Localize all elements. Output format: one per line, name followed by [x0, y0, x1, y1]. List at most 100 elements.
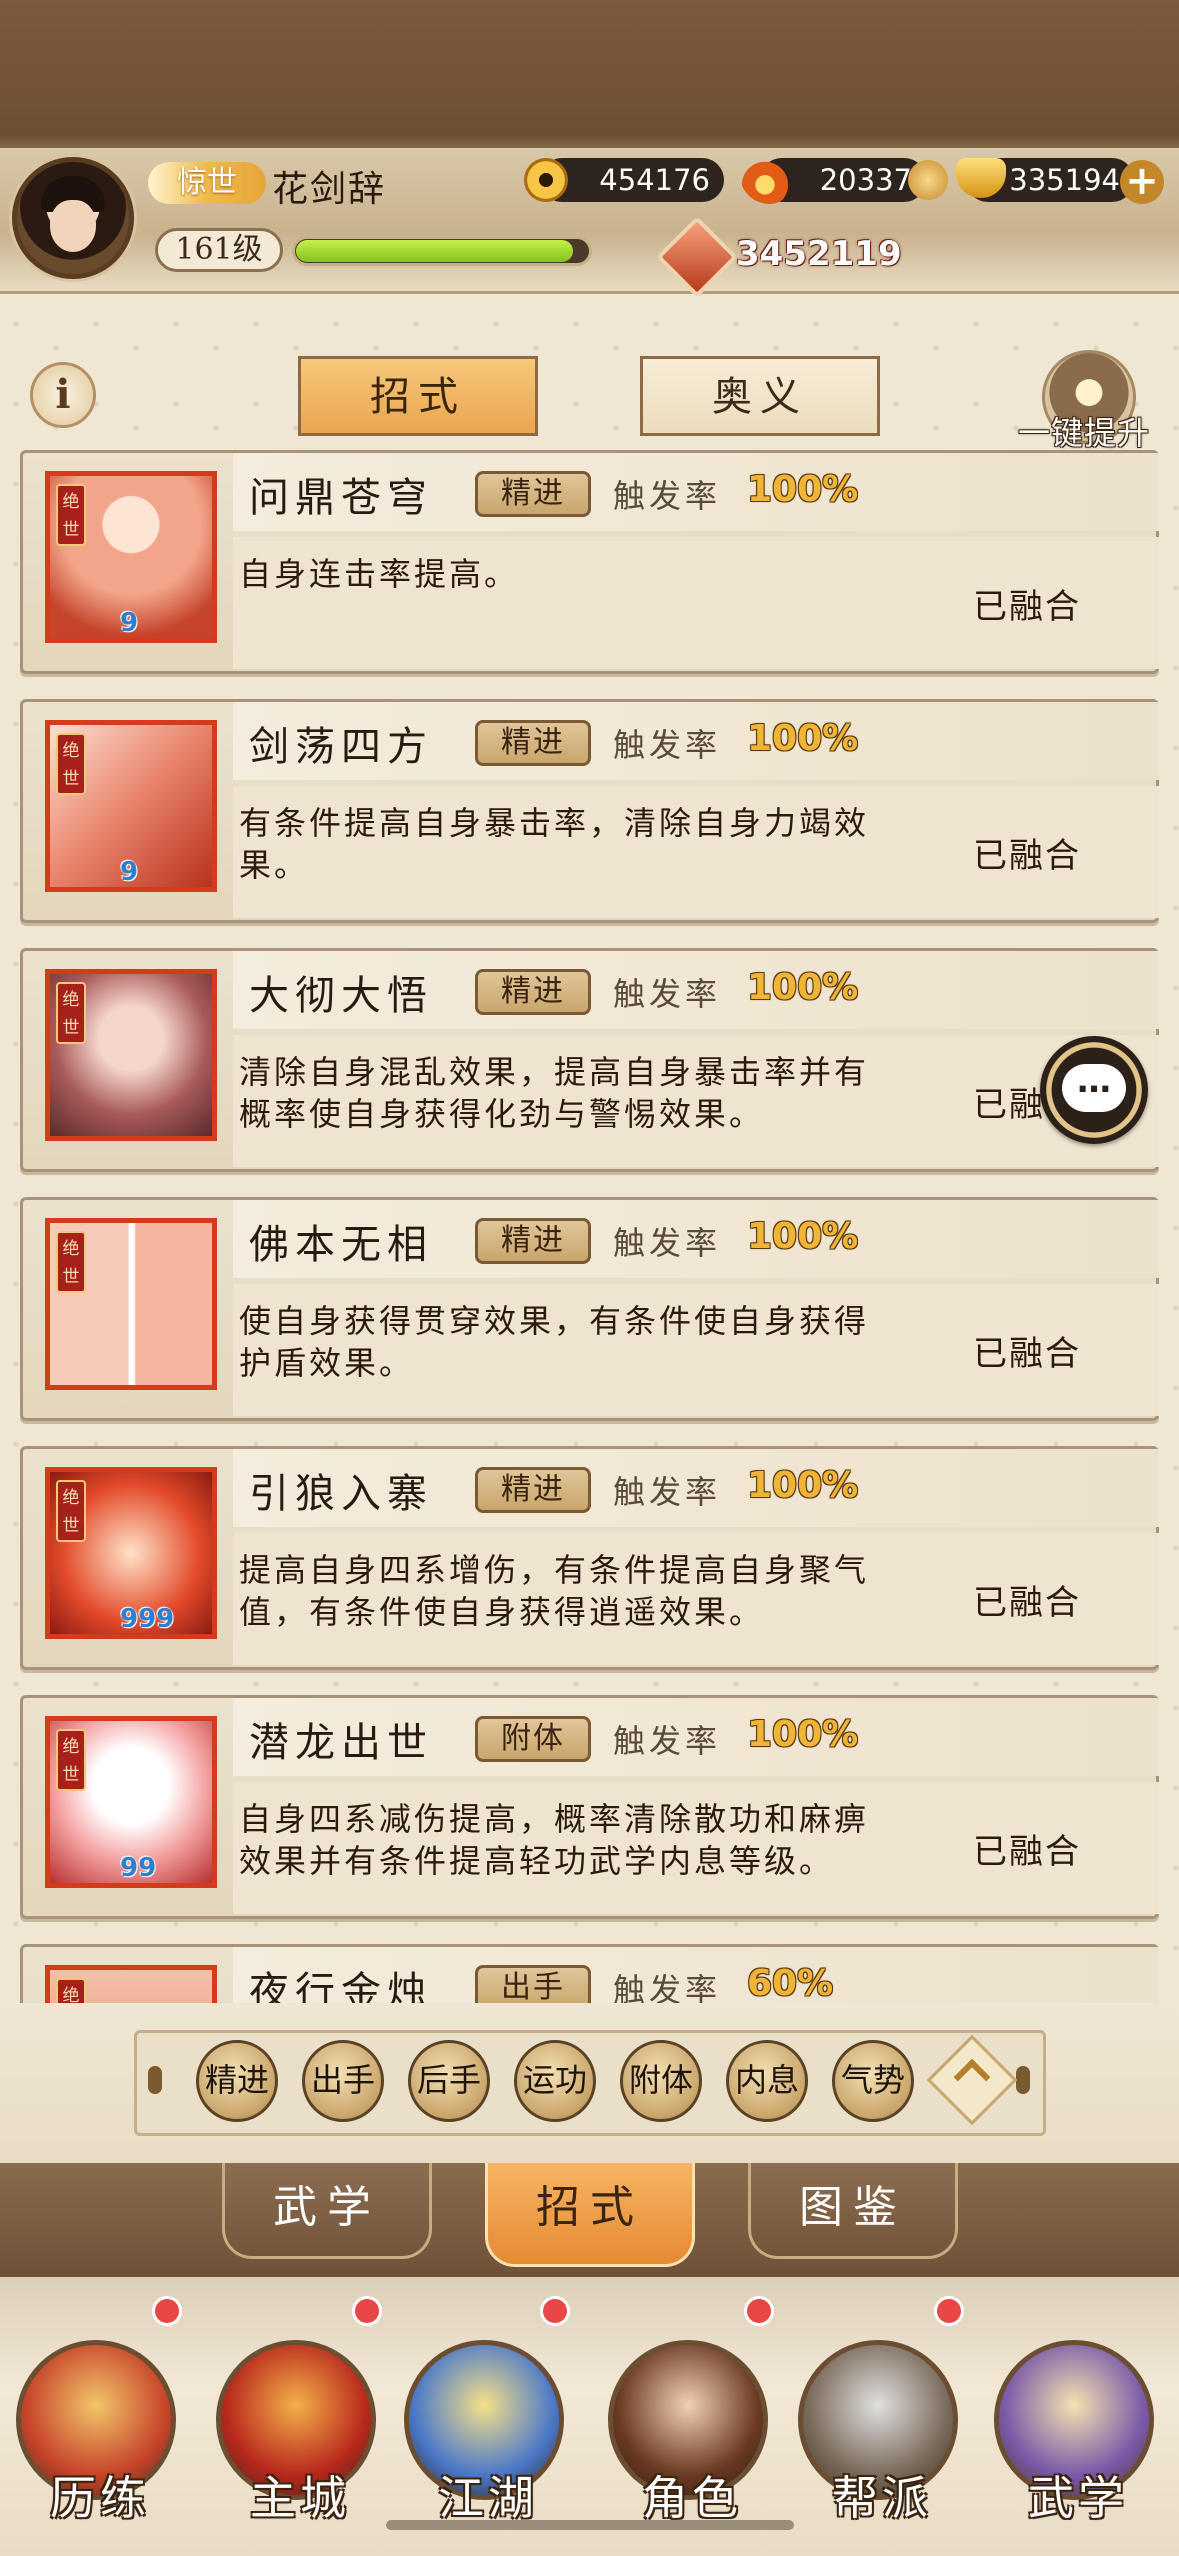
- skill-status: 已融合: [973, 1832, 1081, 1872]
- trigger-rate-label: 触发率: [613, 1722, 722, 1760]
- avatar-face: [50, 200, 96, 252]
- skill-name: 问鼎苍穹: [249, 475, 433, 521]
- skill-type-badge: 精进: [475, 969, 591, 1015]
- nav-label[interactable]: 江湖: [438, 2462, 538, 2528]
- skill-status: 已融合: [973, 836, 1081, 876]
- exp-bar-fill: [296, 240, 573, 262]
- skill-card[interactable]: 绝世 9 问鼎苍穹 精进 触发率 100% 自身连击率提高。 已融合: [20, 450, 1159, 674]
- home-indicator: [386, 2520, 794, 2530]
- skill-rarity-tag: 绝世: [56, 733, 86, 795]
- notification-dot: [744, 2296, 774, 2326]
- trigger-rate-value: 100%: [747, 1465, 859, 1506]
- skill-description: 自身四系减伤提高，概率清除散功和麻痹效果并有条件提高轻功武学内息等级。: [239, 1800, 870, 1880]
- skill-card[interactable]: 绝世 大彻大悟 精进 触发率 100% 清除自身混乱效果，提高自身暴击率并有概率…: [20, 948, 1159, 1172]
- tab-zhaoshi[interactable]: 招式: [298, 356, 538, 436]
- skill-icon[interactable]: 绝世: [45, 1218, 217, 1390]
- chat-button[interactable]: …: [1040, 1036, 1148, 1144]
- filter-button[interactable]: 后手: [408, 2040, 490, 2122]
- skill-type-badge: 精进: [475, 720, 591, 766]
- one-click-upgrade-label[interactable]: 一键提升: [1018, 408, 1150, 454]
- skill-type-badge: 精进: [475, 471, 591, 517]
- notification-dot: [352, 2296, 382, 2326]
- filter-button[interactable]: 精进: [196, 2040, 278, 2122]
- skill-rarity-tag: 绝世: [56, 1978, 86, 2003]
- chat-bubble-icon: …: [1062, 1064, 1126, 1112]
- trigger-rate-value: 100%: [747, 967, 859, 1008]
- trigger-rate-label: 触发率: [613, 1473, 722, 1511]
- trigger-rate-value: 60%: [747, 1963, 834, 2003]
- skill-card[interactable]: 绝世 999 引狼入寨 精进 触发率 100% 提高自身四系增伤，有条件提高自身…: [20, 1446, 1159, 1670]
- skill-description: 清除自身混乱效果，提高自身暴击率并有概率使自身获得化劲与警惕效果。: [239, 1053, 870, 1133]
- skill-level: 99: [120, 1853, 157, 1883]
- skill-rarity-tag: 绝世: [56, 1231, 86, 1293]
- trigger-rate-value: 100%: [747, 1216, 859, 1257]
- filter-button[interactable]: 气势: [832, 2040, 914, 2122]
- skill-level: 9: [120, 608, 139, 638]
- skill-status: 已融合: [973, 1334, 1081, 1374]
- notification-dot: [934, 2296, 964, 2326]
- info-button[interactable]: i: [30, 362, 96, 428]
- tab-aoyi[interactable]: 奥义: [640, 356, 880, 436]
- skill-icon[interactable]: 绝世: [45, 1965, 217, 2003]
- skill-description: 使自身获得贯穿效果，有条件使自身获得护盾效果。: [239, 1302, 870, 1382]
- skill-icon[interactable]: 绝世 9: [45, 720, 217, 892]
- chevron-up-icon: [953, 2058, 991, 2096]
- trigger-rate-label: 触发率: [613, 1224, 722, 1262]
- skill-level: 999: [120, 1604, 175, 1634]
- skill-icon[interactable]: 绝世: [45, 969, 217, 1141]
- skill-name: 潜龙出世: [249, 1720, 433, 1766]
- skill-status: 已融合: [973, 1583, 1081, 1623]
- nav-label[interactable]: 角色: [642, 2462, 742, 2528]
- skill-icon[interactable]: 绝世 9: [45, 471, 217, 643]
- skill-type-badge: 出手: [475, 1965, 591, 2003]
- skill-type-badge: 精进: [475, 1218, 591, 1264]
- filter-button[interactable]: 内息: [726, 2040, 808, 2122]
- filter-button[interactable]: 附体: [620, 2040, 702, 2122]
- skill-icon[interactable]: 绝世 99: [45, 1716, 217, 1888]
- trigger-rate-label: 触发率: [613, 975, 722, 1013]
- nav-label[interactable]: 历练: [50, 2462, 150, 2528]
- player-avatar[interactable]: [12, 157, 134, 279]
- add-ingot-button[interactable]: +: [1120, 160, 1164, 204]
- skill-rarity-tag: 绝世: [56, 1480, 86, 1542]
- skill-name: 佛本无相: [249, 1222, 433, 1268]
- skill-card[interactable]: 绝世 9 剑荡四方 精进 触发率 100% 有条件提高自身暴击率，清除自身力竭效…: [20, 699, 1159, 923]
- filter-button[interactable]: 运功: [514, 2040, 596, 2122]
- nav-label[interactable]: 武学: [1028, 2462, 1128, 2528]
- skill-status: 已融合: [973, 587, 1081, 627]
- skill-list[interactable]: 绝世 9 问鼎苍穹 精进 触发率 100% 自身连击率提高。 已融合 绝世 9 …: [0, 450, 1179, 2003]
- subtab-wuxue[interactable]: 武学: [222, 2163, 432, 2259]
- skill-rarity-tag: 绝世: [56, 1729, 86, 1791]
- trigger-rate-label: 触发率: [613, 477, 722, 515]
- skill-name: 大彻大悟: [249, 973, 433, 1019]
- skill-level: 9: [120, 857, 139, 887]
- skill-type-badge: 精进: [475, 1467, 591, 1513]
- copper-coin-icon: [524, 158, 568, 202]
- skill-card[interactable]: 绝世 99 潜龙出世 附体 触发率 100% 自身四系减伤提高，概率清除散功和麻…: [20, 1695, 1159, 1919]
- skill-description: 有条件提高自身暴击率，清除自身力竭效果。: [239, 804, 870, 884]
- skill-type-badge: 附体: [475, 1716, 591, 1762]
- player-name: 花剑辞: [272, 169, 387, 210]
- trigger-rate-label: 触发率: [613, 1971, 722, 2003]
- notification-dot: [540, 2296, 570, 2326]
- skill-icon[interactable]: 绝世 999: [45, 1467, 217, 1639]
- skill-rarity-tag: 绝世: [56, 484, 86, 546]
- notification-dot: [152, 2296, 182, 2326]
- subtab-tujian[interactable]: 图鉴: [748, 2163, 958, 2259]
- filter-button[interactable]: 出手: [302, 2040, 384, 2122]
- trigger-rate-value: 100%: [747, 1714, 859, 1755]
- combat-power-value: 3452119: [736, 234, 902, 274]
- trigger-rate-value: 100%: [747, 718, 859, 759]
- skill-card[interactable]: 绝世 佛本无相 精进 触发率 100% 使自身获得贯穿效果，有条件使自身获得护盾…: [20, 1197, 1159, 1421]
- filter-bar-end-left: [148, 2066, 162, 2094]
- nav-label[interactable]: 帮派: [832, 2462, 932, 2528]
- player-level: 161级: [155, 228, 283, 272]
- skill-rarity-tag: 绝世: [56, 982, 86, 1044]
- nav-label[interactable]: 主城: [250, 2462, 350, 2528]
- trigger-rate-value: 100%: [747, 469, 859, 510]
- leaf-exchange-icon[interactable]: [908, 160, 948, 200]
- skill-card[interactable]: 绝世 夜行金烛 出手 触发率 60%: [20, 1944, 1159, 2003]
- skill-name: 夜行金烛: [249, 1969, 433, 2003]
- player-title-badge: 惊世: [148, 162, 266, 204]
- subtab-zhaoshi[interactable]: 招式: [485, 2163, 695, 2267]
